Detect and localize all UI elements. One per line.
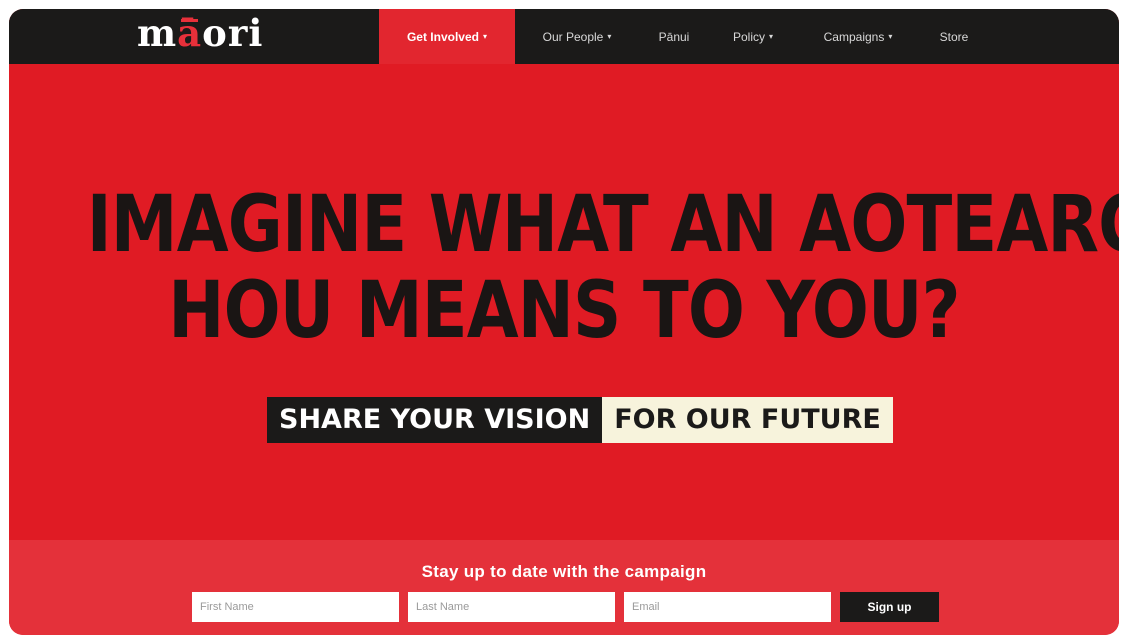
nav-item-label: Pānui (658, 29, 690, 44)
caret-down-icon: ▾ (607, 32, 612, 41)
hero-headline-line-1: IMAGINE WHAT AN AOTEAROA (86, 180, 1119, 270)
hero-headline-line-2: HOU MEANS TO YOU? (168, 266, 960, 356)
signup-section: Stay up to date with the campaign Sign u… (9, 540, 1119, 635)
logo-text-accent: ā (177, 11, 203, 55)
last-name-field[interactable] (408, 592, 615, 622)
nav-item-policy[interactable]: Policy ▾ (709, 9, 797, 64)
nav-item-our-people[interactable]: Our People ▾ (515, 9, 639, 64)
hero-section: IMAGINE WHAT AN AOTEAROA HOU MEANS TO YO… (9, 64, 1119, 581)
hero-tagline: SHARE YOUR VISION FOR OUR FUTURE (267, 397, 893, 443)
nav-item-get-involved[interactable]: Get Involved ▾ (379, 9, 515, 64)
logo-text-suffix: ori (202, 11, 264, 55)
top-navbar: m ā ori Get Involved ▾ Our People ▾ Pānu… (9, 9, 1119, 64)
logo-text-prefix: m (137, 11, 178, 55)
nav-item-campaigns[interactable]: Campaigns ▾ (797, 9, 919, 64)
caret-down-icon: ▾ (769, 32, 774, 41)
page-frame: m ā ori Get Involved ▾ Our People ▾ Pānu… (9, 9, 1119, 635)
nav-item-store[interactable]: Store (919, 9, 989, 64)
first-name-field[interactable] (192, 592, 399, 622)
caret-down-icon: ▾ (888, 32, 893, 41)
caret-down-icon: ▾ (483, 32, 488, 41)
nav-item-label: Our People (542, 29, 604, 44)
email-field[interactable] (624, 592, 831, 622)
sign-up-button[interactable]: Sign up (840, 592, 939, 622)
tagline-dark-part: SHARE YOUR VISION (267, 397, 603, 443)
site-logo[interactable]: m ā ori (137, 13, 263, 53)
nav-item-label: Campaigns (823, 29, 885, 44)
nav-item-panui[interactable]: Pānui (639, 9, 709, 64)
signup-title: Stay up to date with the campaign (421, 562, 707, 581)
nav-item-label: Policy (732, 29, 765, 44)
tagline-light-part: FOR OUR FUTURE (602, 397, 893, 443)
nav-item-label: Get Involved (406, 29, 479, 44)
main-nav: Get Involved ▾ Our People ▾ Pānui Policy… (379, 9, 989, 64)
nav-item-label: Store (939, 29, 969, 44)
